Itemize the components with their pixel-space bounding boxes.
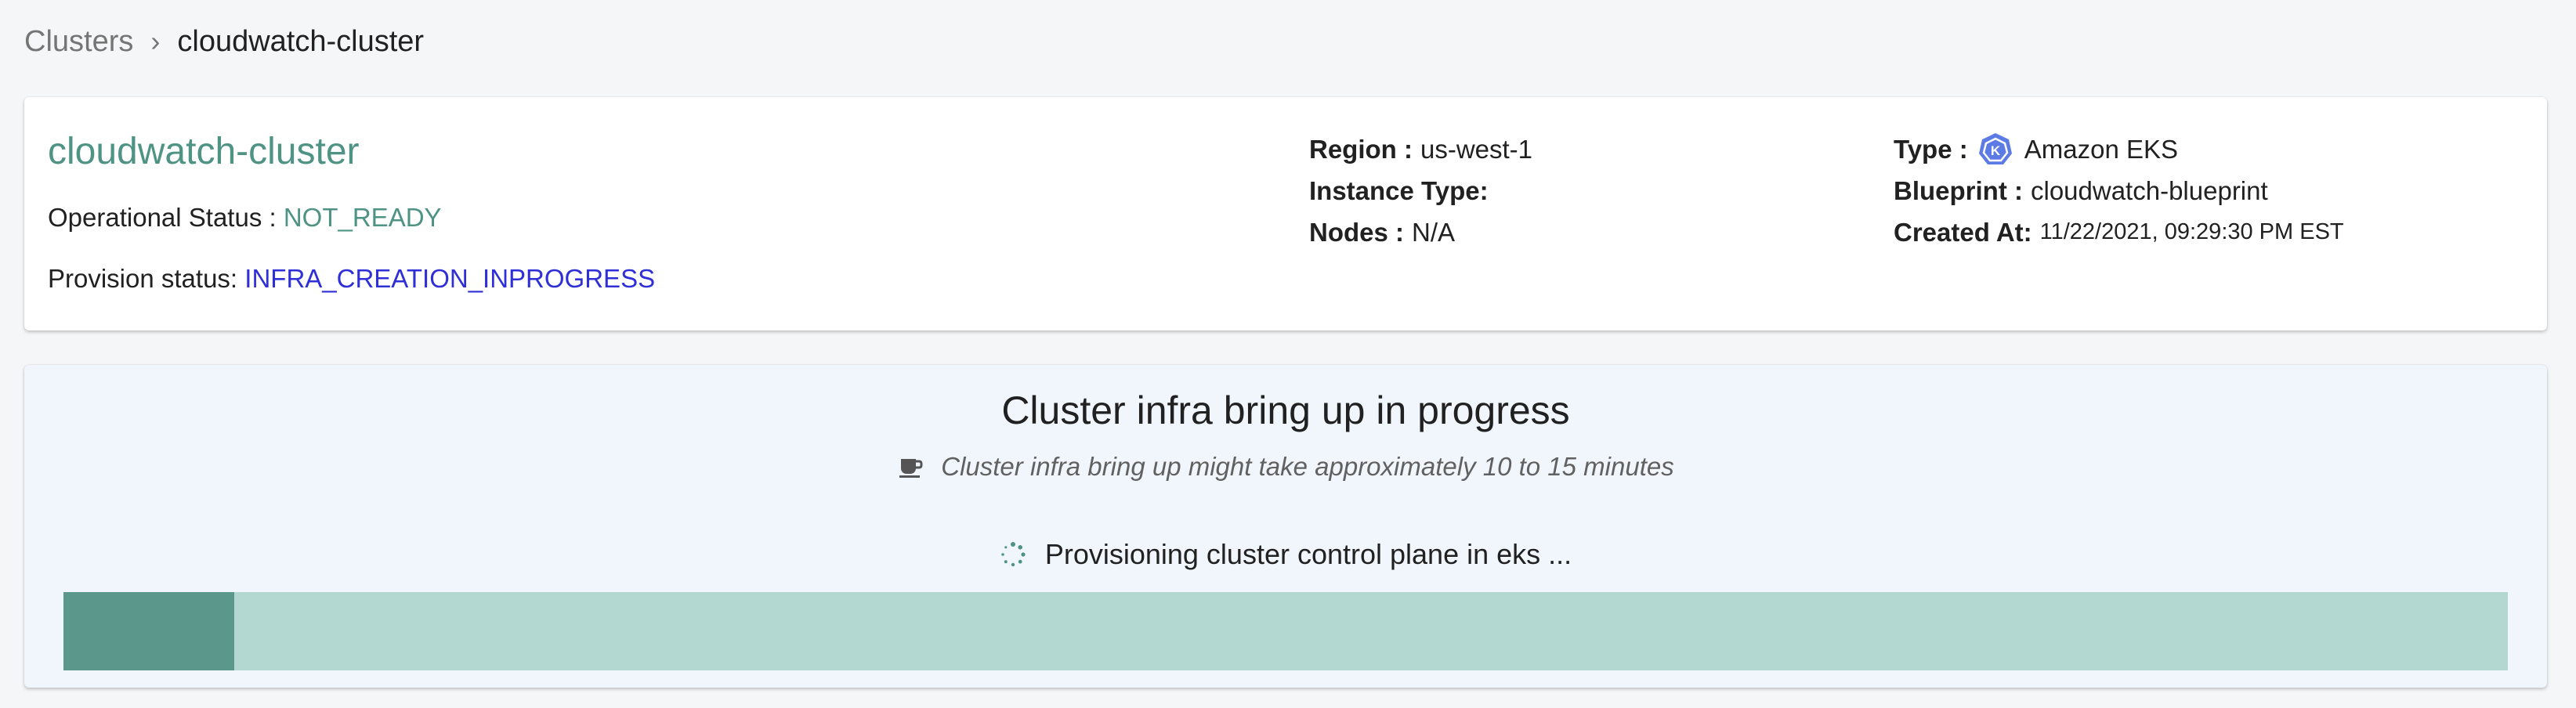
type-value: Amazon EKS: [2024, 135, 2178, 164]
provision-status-value: INFRA_CREATION_INPROGRESS: [244, 264, 656, 293]
nodes-value: N/A: [1412, 218, 1456, 247]
operational-status: Operational Status : NOT_READY: [48, 200, 442, 235]
breadcrumb-current: cloudwatch-cluster: [177, 25, 425, 58]
instance-type-row: Instance Type:: [1309, 170, 1532, 211]
cluster-title: cloudwatch-cluster: [48, 131, 360, 172]
breadcrumb: Clusters › cloudwatch-cluster: [24, 22, 424, 61]
progress-bar-fill: [63, 592, 235, 670]
coffee-icon: [897, 453, 924, 480]
created-at-row: Created At: 11/22/2021, 09:29:30 PM EST: [1894, 211, 2344, 253]
operational-status-label: Operational Status :: [48, 203, 284, 232]
nodes-label: Nodes :: [1309, 218, 1405, 247]
svg-text:K: K: [1991, 143, 2001, 158]
nodes-row: Nodes : N/A: [1309, 211, 1532, 253]
type-row: Type : K Amazon EKS: [1894, 128, 2344, 170]
progress-step: Provisioning cluster control plane in ek…: [24, 536, 2547, 573]
type-label: Type :: [1894, 135, 1968, 164]
created-at-value: 11/22/2021, 09:29:30 PM EST: [2039, 219, 2344, 244]
spinner-icon: [1000, 541, 1026, 568]
operational-status-value: NOT_READY: [283, 203, 442, 232]
blueprint-row: Blueprint : cloudwatch-blueprint: [1894, 170, 2344, 211]
region-row: Region : us-west-1: [1309, 128, 1532, 170]
progress-bar: [63, 592, 2508, 670]
progress-step-text: Provisioning cluster control plane in ek…: [1044, 538, 1572, 570]
provisioning-progress-card: Cluster infra bring up in progress Clust…: [24, 365, 2547, 688]
created-at-label: Created At:: [1894, 218, 2032, 247]
progress-title: Cluster infra bring up in progress: [1001, 388, 1570, 432]
cluster-details-column: Region : us-west-1 Instance Type: Nodes …: [1309, 128, 1532, 253]
provision-status-label: Provision status:: [48, 264, 245, 293]
blueprint-label: Blueprint :: [1894, 176, 2023, 205]
kubernetes-icon: K: [1977, 132, 2013, 168]
cluster-meta-column: Type : K Amazon EKS Blueprint : cloudwat…: [1894, 128, 2344, 253]
region-label: Region :: [1309, 135, 1413, 164]
progress-subtitle-text: Cluster infra bring up might take approx…: [941, 452, 1674, 481]
cluster-summary-card: cloudwatch-cluster Operational Status : …: [24, 97, 2547, 331]
instance-type-label: Instance Type:: [1309, 176, 1489, 205]
provision-status: Provision status: INFRA_CREATION_INPROGR…: [48, 262, 655, 296]
blueprint-value: cloudwatch-blueprint: [2030, 176, 2268, 205]
progress-subtitle: Cluster infra bring up might take approx…: [24, 450, 2547, 484]
breadcrumb-separator: ›: [150, 25, 161, 57]
region-value: us-west-1: [1420, 135, 1533, 164]
breadcrumb-clusters-link[interactable]: Clusters: [24, 22, 133, 61]
